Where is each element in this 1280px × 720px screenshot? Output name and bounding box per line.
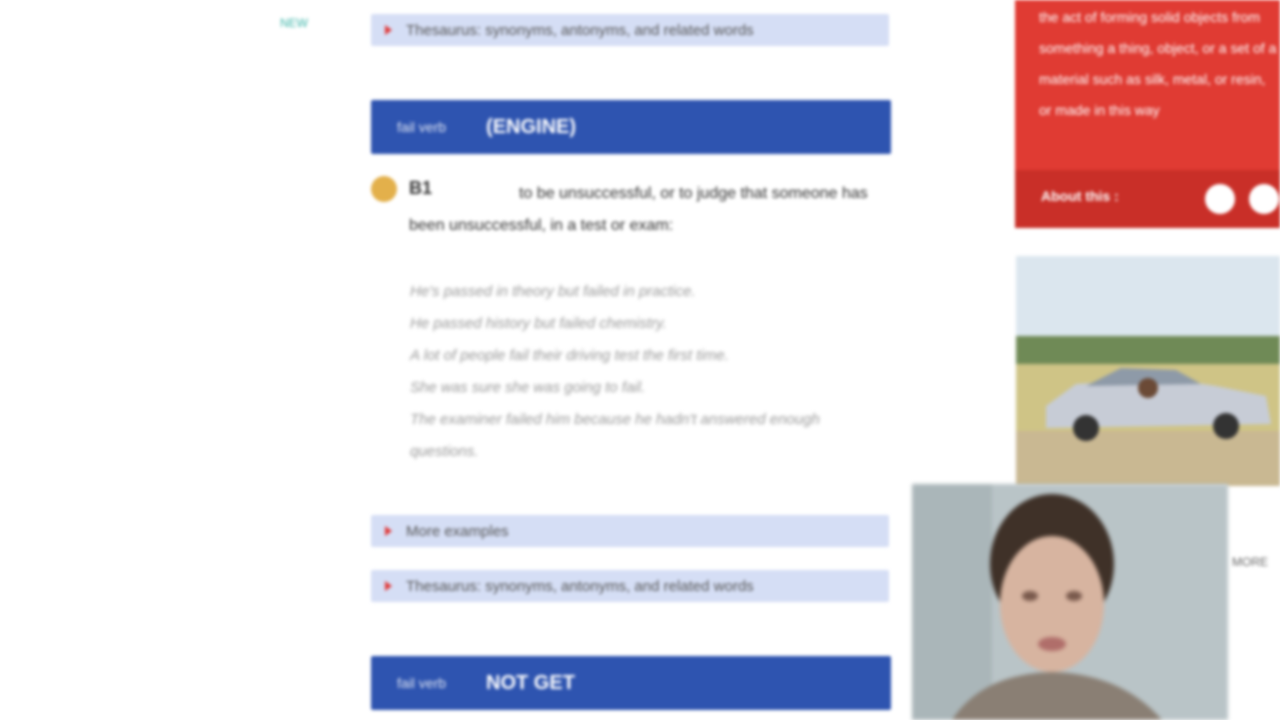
example-sentence: The examiner failed him because he hadn'… <box>410 411 820 460</box>
example-sentence: He passed history but failed chemistry. <box>410 315 667 332</box>
example-sentence: He's passed in theory but failed in prac… <box>410 283 696 300</box>
more-examples-accordion[interactable]: More examples <box>371 515 889 547</box>
faint-text: MORE <box>1232 555 1268 569</box>
about-label: About this : <box>1041 188 1119 204</box>
play-icon[interactable] <box>1249 184 1279 214</box>
sidebar-link[interactable]: NEW <box>280 16 308 30</box>
presenter-video <box>912 484 1228 720</box>
thesaurus-accordion-top[interactable]: Thesaurus: synonyms, antonyms, and relat… <box>371 14 889 46</box>
accordion-label: Thesaurus: synonyms, antonyms, and relat… <box>406 577 754 595</box>
card-footer: About this : <box>1015 170 1280 228</box>
car-photo-illustration <box>1016 256 1280 486</box>
example-sentence: A lot of people fail their driving test … <box>410 347 729 364</box>
entry-sense: NOT GET <box>486 671 575 694</box>
entry-header-engine: fail verb (ENGINE) <box>371 100 891 154</box>
part-of-speech: fail verb <box>397 119 447 135</box>
share-icon[interactable] <box>1205 184 1235 214</box>
caret-right-icon <box>385 581 392 591</box>
entry-header-not-get: fail verb NOT GET <box>371 656 891 710</box>
thesaurus-accordion[interactable]: Thesaurus: synonyms, antonyms, and relat… <box>371 570 889 602</box>
entry-sense: (ENGINE) <box>486 115 577 138</box>
caret-right-icon <box>385 526 392 536</box>
example-sentence: She was sure she was going to fail. <box>410 379 646 396</box>
accordion-label: More examples <box>406 522 509 540</box>
word-of-the-day-card[interactable]: the act of forming solid objects from so… <box>1015 0 1280 228</box>
card-text: the act of forming solid objects from so… <box>1039 9 1277 118</box>
accordion-label: Thesaurus: synonyms, antonyms, and relat… <box>406 21 754 39</box>
caret-right-icon <box>385 25 392 35</box>
level-badge <box>371 176 397 202</box>
dictionary-page: NEW Thesaurus: synonyms, antonyms, and r… <box>0 0 1280 720</box>
part-of-speech: fail verb <box>397 675 447 691</box>
webcam-overlay <box>912 484 1228 720</box>
examples-list: He's passed in theory but failed in prac… <box>410 276 870 468</box>
definition-text: to be unsuccessful, or to judge that som… <box>409 185 868 234</box>
car-photo <box>1016 256 1280 486</box>
